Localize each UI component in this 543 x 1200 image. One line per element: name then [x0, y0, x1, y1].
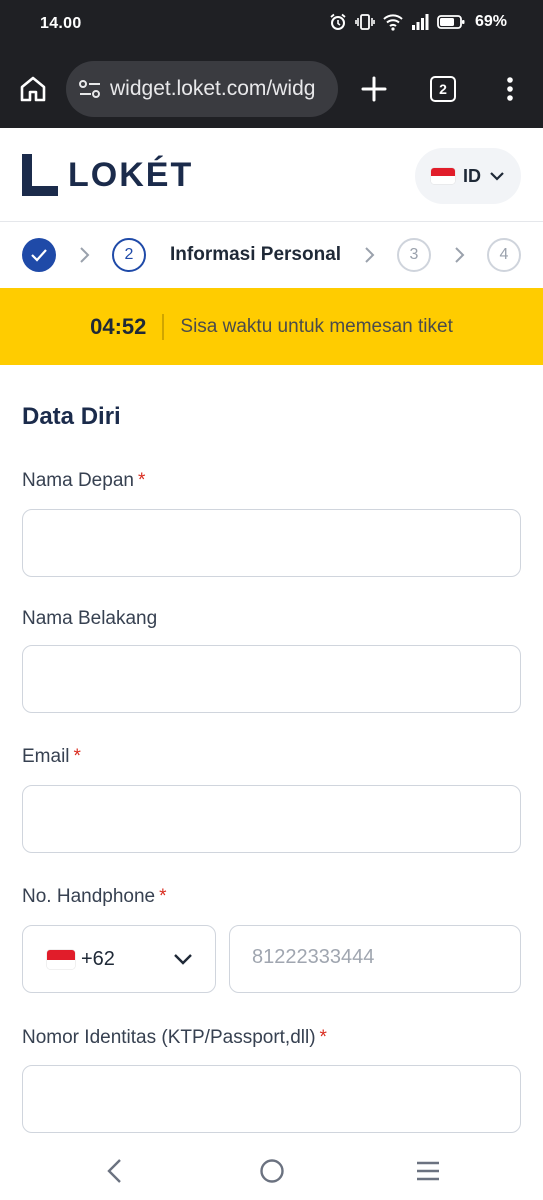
tab-switcher-button[interactable]: 2	[430, 76, 456, 102]
required-mark: *	[73, 746, 81, 767]
required-mark: *	[159, 886, 167, 907]
countdown-time: 04:52	[90, 313, 147, 339]
language-code: ID	[463, 165, 481, 186]
phone-label: No. Handphone *	[22, 886, 167, 907]
countdown-banner: 04:52 Sisa waktu untuk memesan tiket	[0, 288, 543, 365]
last-name-label: Nama Belakang	[22, 608, 158, 629]
alarm-icon	[330, 13, 346, 30]
step-3: 3	[397, 238, 431, 272]
last-name-input[interactable]	[22, 645, 521, 713]
more-options-icon[interactable]	[497, 74, 523, 104]
chevron-right-icon	[365, 247, 375, 263]
first-name-input[interactable]	[22, 509, 521, 577]
country-code-select[interactable]: +62	[22, 925, 216, 993]
country-code-value: +62	[81, 948, 115, 970]
loket-logo-mark-icon	[22, 154, 58, 196]
phone-number-field[interactable]	[229, 925, 521, 993]
brand-name: LOKÉT	[68, 155, 194, 194]
indonesia-flag-icon	[431, 168, 455, 184]
system-navigation-bar	[0, 1140, 543, 1200]
indonesia-flag-icon	[47, 950, 75, 969]
step-4: 4	[487, 238, 521, 272]
checkout-stepper: 2 Informasi Personal 3 4	[0, 222, 543, 288]
language-selector[interactable]: ID	[415, 148, 521, 204]
chevron-right-icon	[80, 247, 90, 263]
battery-icon	[437, 15, 465, 29]
email-input[interactable]	[22, 785, 521, 853]
chevron-right-icon	[455, 247, 465, 263]
required-mark: *	[319, 1027, 327, 1048]
site-settings-icon[interactable]	[78, 78, 102, 100]
step-active-label: Informasi Personal	[170, 244, 342, 265]
home-icon[interactable]	[18, 74, 48, 104]
signal-icon	[411, 14, 429, 30]
email-label: Email *	[22, 746, 81, 767]
check-icon	[31, 249, 47, 262]
step-active: 2	[112, 238, 146, 272]
first-name-label: Nama Depan *	[22, 470, 146, 491]
app-header: LOKÉT ID	[0, 128, 543, 222]
identity-number-input[interactable]	[22, 1065, 521, 1133]
vibrate-icon	[355, 14, 375, 30]
status-time: 14.00	[40, 15, 82, 32]
home-circle-icon[interactable]	[259, 1158, 285, 1184]
step-completed	[22, 238, 56, 272]
divider	[162, 313, 165, 340]
wifi-icon	[383, 14, 403, 31]
section-title: Data Diri	[22, 403, 121, 430]
chevron-down-icon	[490, 172, 504, 181]
identity-number-label: Nomor Identitas (KTP/Passport,dll) *	[22, 1027, 327, 1048]
status-bar: 14.00 69%	[0, 0, 543, 50]
address-bar[interactable]: widget.loket.com/widg	[66, 61, 338, 117]
phone-number-input[interactable]	[252, 946, 502, 969]
new-tab-icon[interactable]	[358, 73, 390, 105]
required-mark: *	[137, 470, 146, 491]
loket-logo[interactable]: LOKÉT	[22, 154, 193, 196]
status-icons: 69%	[329, 13, 507, 31]
browser-toolbar: widget.loket.com/widg 2	[0, 50, 543, 128]
recent-apps-icon[interactable]	[415, 1160, 441, 1182]
back-icon[interactable]	[104, 1158, 126, 1184]
countdown-message: Sisa waktu untuk memesan tiket	[180, 315, 453, 337]
url-text[interactable]: widget.loket.com/widg	[110, 77, 315, 101]
battery-percentage: 69%	[474, 13, 507, 30]
chevron-down-icon	[174, 954, 192, 965]
